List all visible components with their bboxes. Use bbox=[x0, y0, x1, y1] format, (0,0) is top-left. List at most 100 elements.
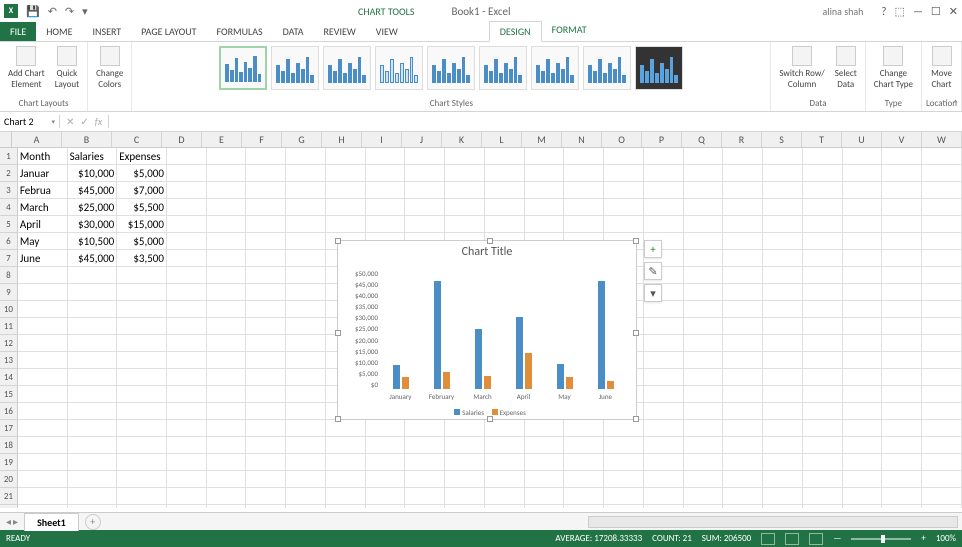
cell[interactable] bbox=[207, 420, 247, 437]
chart-style-thumbnail[interactable] bbox=[219, 46, 267, 90]
cell[interactable] bbox=[207, 454, 247, 471]
cell[interactable] bbox=[207, 284, 247, 301]
chart-style-thumbnail[interactable] bbox=[635, 46, 683, 90]
cell[interactable]: $45,000 bbox=[68, 250, 118, 267]
cell[interactable]: Februa bbox=[18, 182, 68, 199]
view-page-break-button[interactable] bbox=[809, 533, 823, 545]
add-chart-element-button[interactable]: Add Chart Element bbox=[4, 44, 49, 92]
row-header[interactable]: 13 bbox=[0, 352, 18, 369]
cell[interactable] bbox=[18, 437, 68, 454]
cell[interactable] bbox=[117, 386, 167, 403]
cell[interactable] bbox=[207, 250, 247, 267]
cell[interactable] bbox=[117, 301, 167, 318]
sheet-nav-prev-icon[interactable]: ◂ bbox=[6, 515, 11, 528]
cell[interactable] bbox=[803, 301, 843, 318]
name-box[interactable]: Chart 2▾ bbox=[0, 115, 60, 128]
cell[interactable] bbox=[246, 352, 286, 369]
cell[interactable] bbox=[843, 148, 883, 165]
chevron-down-icon[interactable]: ▾ bbox=[51, 117, 55, 126]
cell[interactable] bbox=[843, 216, 883, 233]
cell[interactable] bbox=[803, 199, 843, 216]
cell[interactable] bbox=[684, 369, 724, 386]
cell[interactable] bbox=[405, 148, 445, 165]
cell[interactable] bbox=[207, 216, 247, 233]
cell[interactable] bbox=[644, 352, 684, 369]
zoom-level[interactable]: 100% bbox=[936, 533, 956, 544]
zoom-out-button[interactable]: — bbox=[833, 533, 841, 544]
column-header[interactable]: T bbox=[802, 132, 842, 147]
cell[interactable] bbox=[843, 471, 883, 488]
cell[interactable] bbox=[18, 488, 68, 505]
cell[interactable] bbox=[445, 488, 485, 505]
cell[interactable] bbox=[207, 301, 247, 318]
tab-data[interactable]: DATA bbox=[273, 22, 314, 41]
cell[interactable] bbox=[326, 216, 366, 233]
chart-style-thumbnail[interactable] bbox=[531, 46, 579, 90]
cell[interactable] bbox=[922, 182, 962, 199]
cell[interactable] bbox=[525, 454, 565, 471]
cell[interactable] bbox=[405, 488, 445, 505]
cell[interactable] bbox=[246, 335, 286, 352]
cell[interactable] bbox=[644, 386, 684, 403]
cell[interactable] bbox=[207, 437, 247, 454]
cell[interactable] bbox=[564, 420, 604, 437]
row-header[interactable]: 12 bbox=[0, 335, 18, 352]
column-header[interactable]: B bbox=[62, 132, 112, 147]
cell[interactable] bbox=[803, 488, 843, 505]
cell[interactable] bbox=[525, 420, 565, 437]
cell[interactable] bbox=[286, 437, 326, 454]
cell[interactable] bbox=[803, 267, 843, 284]
cell[interactable] bbox=[405, 471, 445, 488]
cell[interactable] bbox=[922, 199, 962, 216]
minimize-icon[interactable]: — bbox=[913, 5, 923, 18]
cell[interactable] bbox=[803, 505, 843, 508]
cell[interactable] bbox=[644, 182, 684, 199]
cell[interactable] bbox=[246, 420, 286, 437]
cell[interactable] bbox=[564, 148, 604, 165]
cell[interactable] bbox=[723, 148, 763, 165]
cell[interactable] bbox=[922, 267, 962, 284]
column-header[interactable]: F bbox=[242, 132, 282, 147]
row-header[interactable]: 6 bbox=[0, 233, 18, 250]
cell[interactable]: March bbox=[18, 199, 68, 216]
cell[interactable] bbox=[405, 199, 445, 216]
cell[interactable] bbox=[803, 233, 843, 250]
cell[interactable] bbox=[18, 454, 68, 471]
cell[interactable] bbox=[246, 471, 286, 488]
cell[interactable] bbox=[246, 403, 286, 420]
row-header[interactable]: 14 bbox=[0, 369, 18, 386]
cell[interactable] bbox=[644, 420, 684, 437]
cell[interactable] bbox=[207, 403, 247, 420]
cell[interactable] bbox=[445, 420, 485, 437]
cell[interactable]: Month bbox=[18, 148, 68, 165]
row-header[interactable]: 8 bbox=[0, 267, 18, 284]
cell[interactable] bbox=[604, 420, 644, 437]
cell[interactable] bbox=[207, 182, 247, 199]
cell[interactable] bbox=[763, 437, 803, 454]
column-header[interactable]: R bbox=[722, 132, 762, 147]
cell[interactable]: Salaries bbox=[68, 148, 118, 165]
column-header[interactable]: J bbox=[402, 132, 442, 147]
cell[interactable] bbox=[286, 318, 326, 335]
cell[interactable] bbox=[18, 284, 68, 301]
cell[interactable] bbox=[366, 420, 406, 437]
sheet-nav-next-icon[interactable]: ▸ bbox=[13, 515, 18, 528]
cell[interactable] bbox=[723, 284, 763, 301]
cell[interactable] bbox=[644, 165, 684, 182]
cell[interactable] bbox=[68, 352, 118, 369]
cell[interactable] bbox=[167, 369, 207, 386]
cell[interactable] bbox=[117, 335, 167, 352]
cell[interactable] bbox=[18, 505, 68, 508]
cell[interactable] bbox=[68, 505, 118, 508]
cell[interactable] bbox=[604, 505, 644, 508]
cell[interactable] bbox=[167, 233, 207, 250]
view-page-layout-button[interactable] bbox=[785, 533, 799, 545]
cell[interactable] bbox=[922, 505, 962, 508]
cell[interactable] bbox=[843, 233, 883, 250]
row-header[interactable]: 19 bbox=[0, 454, 18, 471]
cell[interactable] bbox=[843, 165, 883, 182]
select-all-corner[interactable] bbox=[0, 132, 12, 147]
switch-row-column-button[interactable]: Switch Row/ Column bbox=[775, 44, 828, 92]
collapse-ribbon-icon[interactable]: ˄ bbox=[953, 98, 958, 109]
cell[interactable] bbox=[167, 284, 207, 301]
